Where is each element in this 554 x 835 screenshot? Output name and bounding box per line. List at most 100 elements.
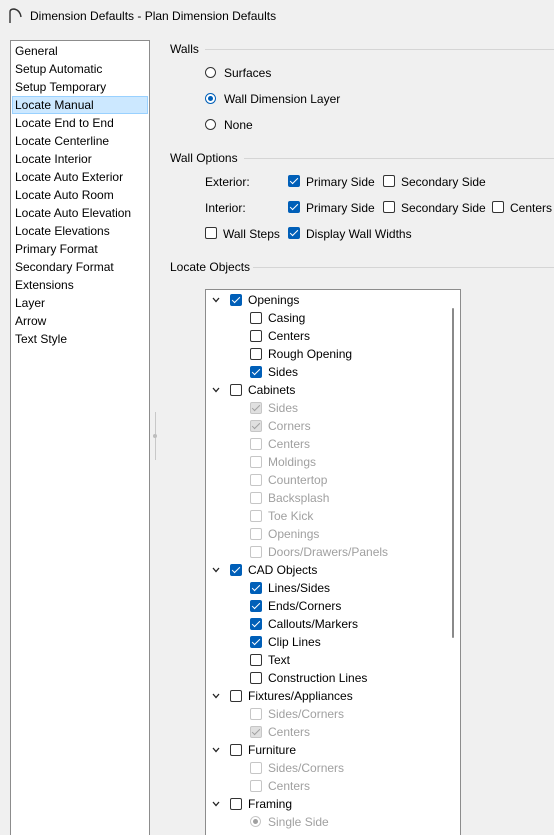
interior-secondary-side-checkbox[interactable] <box>383 201 395 213</box>
tree-item-ends-corners[interactable]: Ends/Corners <box>268 599 341 613</box>
tree-item-construction-lines[interactable]: Construction Lines <box>268 671 367 685</box>
tree-item-furniture[interactable]: Furniture <box>248 743 296 757</box>
tree-checkbox-openings <box>250 528 262 540</box>
nav-item-text-style[interactable]: Text Style <box>12 330 148 348</box>
tree-item-callouts-markers[interactable]: Callouts/Markers <box>268 617 358 631</box>
radio-wall-dimension-layer-label[interactable]: Wall Dimension Layer <box>224 92 340 106</box>
tree-item-lines-sides[interactable]: Lines/Sides <box>268 581 330 595</box>
tree-item-openings: Openings <box>268 527 320 541</box>
tree-item-sides[interactable]: Sides <box>268 365 298 379</box>
tree-checkbox-centers <box>250 780 262 792</box>
radio-surfaces-label[interactable]: Surfaces <box>224 66 271 80</box>
chevron-down-icon[interactable] <box>212 800 220 808</box>
nav-item-locate-elevations[interactable]: Locate Elevations <box>12 222 148 240</box>
radio-none-label[interactable]: None <box>224 118 253 132</box>
tree-item-single-side: Single Side <box>268 815 329 829</box>
nav-item-locate-manual[interactable]: Locate Manual <box>12 96 148 114</box>
locate-objects-tree[interactable]: Openings Casing Centers Rough Opening Sides C… <box>205 289 461 835</box>
chevron-down-icon[interactable] <box>212 746 220 754</box>
tree-checkbox-sides[interactable] <box>250 366 262 378</box>
tree-checkbox-toe-kick <box>250 510 262 522</box>
tree-checkbox-centers[interactable] <box>250 330 262 342</box>
tree-checkbox-fixtures-appliances[interactable] <box>230 690 242 702</box>
tree-checkbox-construction-lines[interactable] <box>250 672 262 684</box>
tree-item-sides-corners: Sides/Corners <box>268 707 345 721</box>
tree-item-fixtures-appliances[interactable]: Fixtures/Appliances <box>248 689 353 703</box>
tree-scrollbar-thumb[interactable] <box>452 308 454 638</box>
tree-checkbox-cad-objects[interactable] <box>230 564 242 576</box>
display-wall-widths-label[interactable]: Display Wall Widths <box>306 227 412 241</box>
tree-checkbox-openings[interactable] <box>230 294 242 306</box>
chevron-down-icon[interactable] <box>212 386 220 394</box>
nav-item-primary-format[interactable]: Primary Format <box>12 240 148 258</box>
walls-group-label: Walls <box>170 42 199 56</box>
category-list[interactable]: General Setup Automatic Setup Temporary Loc… <box>10 40 150 835</box>
nav-item-extensions[interactable]: Extensions <box>12 276 148 294</box>
tree-checkbox-text[interactable] <box>250 654 262 666</box>
tree-item-framing[interactable]: Framing <box>248 797 292 811</box>
interior-secondary-side-label[interactable]: Secondary Side <box>401 201 486 215</box>
exterior-secondary-side-checkbox[interactable] <box>383 175 395 187</box>
tree-checkbox-casing[interactable] <box>250 312 262 324</box>
tree-checkbox-lines-sides[interactable] <box>250 582 262 594</box>
radio-surfaces[interactable] <box>205 67 216 78</box>
tree-checkbox-rough-opening[interactable] <box>250 348 262 360</box>
tree-checkbox-corners <box>250 420 262 432</box>
tree-item-centers: Centers <box>268 779 311 793</box>
wall-steps-label[interactable]: Wall Steps <box>223 227 280 241</box>
tree-checkbox-moldings <box>250 456 262 468</box>
nav-item-locate-end-to-end[interactable]: Locate End to End <box>12 114 148 132</box>
nav-item-locate-auto-elevation[interactable]: Locate Auto Elevation <box>12 204 148 222</box>
window-title: Dimension Defaults - Plan Dimension Defa… <box>30 9 277 23</box>
panel-splitter[interactable] <box>153 412 157 460</box>
nav-item-secondary-format[interactable]: Secondary Format <box>12 258 148 276</box>
wall-options-group-label: Wall Options <box>170 151 238 165</box>
nav-item-general[interactable]: General <box>12 42 148 60</box>
radio-none[interactable] <box>205 119 216 130</box>
display-wall-widths-checkbox[interactable] <box>288 227 300 239</box>
tree-item-casing[interactable]: Casing <box>268 311 305 325</box>
nav-item-layer[interactable]: Layer <box>12 294 148 312</box>
tree-checkbox-callouts-markers[interactable] <box>250 618 262 630</box>
tree-checkbox-cabinets[interactable] <box>230 384 242 396</box>
tree-checkbox-framing[interactable] <box>230 798 242 810</box>
tree-item-toe-kick: Toe Kick <box>268 509 314 523</box>
interior-primary-side-label[interactable]: Primary Side <box>306 201 375 215</box>
exterior-primary-side-checkbox[interactable] <box>288 175 300 187</box>
tree-checkbox-clip-lines[interactable] <box>250 636 262 648</box>
nav-item-locate-centerline[interactable]: Locate Centerline <box>12 132 148 150</box>
nav-item-locate-auto-exterior[interactable]: Locate Auto Exterior <box>12 168 148 186</box>
locate-objects-group-label: Locate Objects <box>170 260 251 274</box>
tree-item-doors-drawers-panels: Doors/Drawers/Panels <box>268 545 389 559</box>
tree-checkbox-sides-corners <box>250 708 262 720</box>
tree-checkbox-furniture[interactable] <box>230 744 242 756</box>
wall-steps-checkbox[interactable] <box>205 227 217 239</box>
nav-item-locate-auto-room[interactable]: Locate Auto Room <box>12 186 148 204</box>
tree-item-text[interactable]: Text <box>268 653 290 667</box>
tree-checkbox-centers <box>250 726 262 738</box>
chevron-down-icon[interactable] <box>212 296 220 304</box>
tree-checkbox-ends-corners[interactable] <box>250 600 262 612</box>
nav-item-setup-automatic[interactable]: Setup Automatic <box>12 60 148 78</box>
tree-item-openings[interactable]: Openings <box>248 293 299 307</box>
interior-centers-label[interactable]: Centers <box>510 201 552 215</box>
tree-item-sides: Sides <box>268 401 299 415</box>
tree-item-rough-opening[interactable]: Rough Opening <box>268 347 352 361</box>
interior-primary-side-checkbox[interactable] <box>288 201 300 213</box>
radio-wall-dimension-layer[interactable] <box>205 93 216 104</box>
tree-item-centers[interactable]: Centers <box>268 329 310 343</box>
interior-centers-checkbox[interactable] <box>492 201 504 213</box>
tree-item-cad-objects[interactable]: CAD Objects <box>248 563 317 577</box>
chevron-down-icon[interactable] <box>212 692 220 700</box>
tree-checkbox-centers <box>250 438 262 450</box>
tree-item-cabinets[interactable]: Cabinets <box>248 383 295 397</box>
exterior-primary-side-label[interactable]: Primary Side <box>306 175 375 189</box>
chevron-down-icon[interactable] <box>212 566 220 574</box>
tree-item-sides-corners: Sides/Corners <box>268 761 345 775</box>
nav-item-setup-temporary[interactable]: Setup Temporary <box>12 78 148 96</box>
title-bar: Dimension Defaults - Plan Dimension Defa… <box>0 0 554 32</box>
nav-item-arrow[interactable]: Arrow <box>12 312 148 330</box>
tree-item-clip-lines[interactable]: Clip Lines <box>268 635 321 649</box>
exterior-secondary-side-label[interactable]: Secondary Side <box>401 175 486 189</box>
nav-item-locate-interior[interactable]: Locate Interior <box>12 150 148 168</box>
